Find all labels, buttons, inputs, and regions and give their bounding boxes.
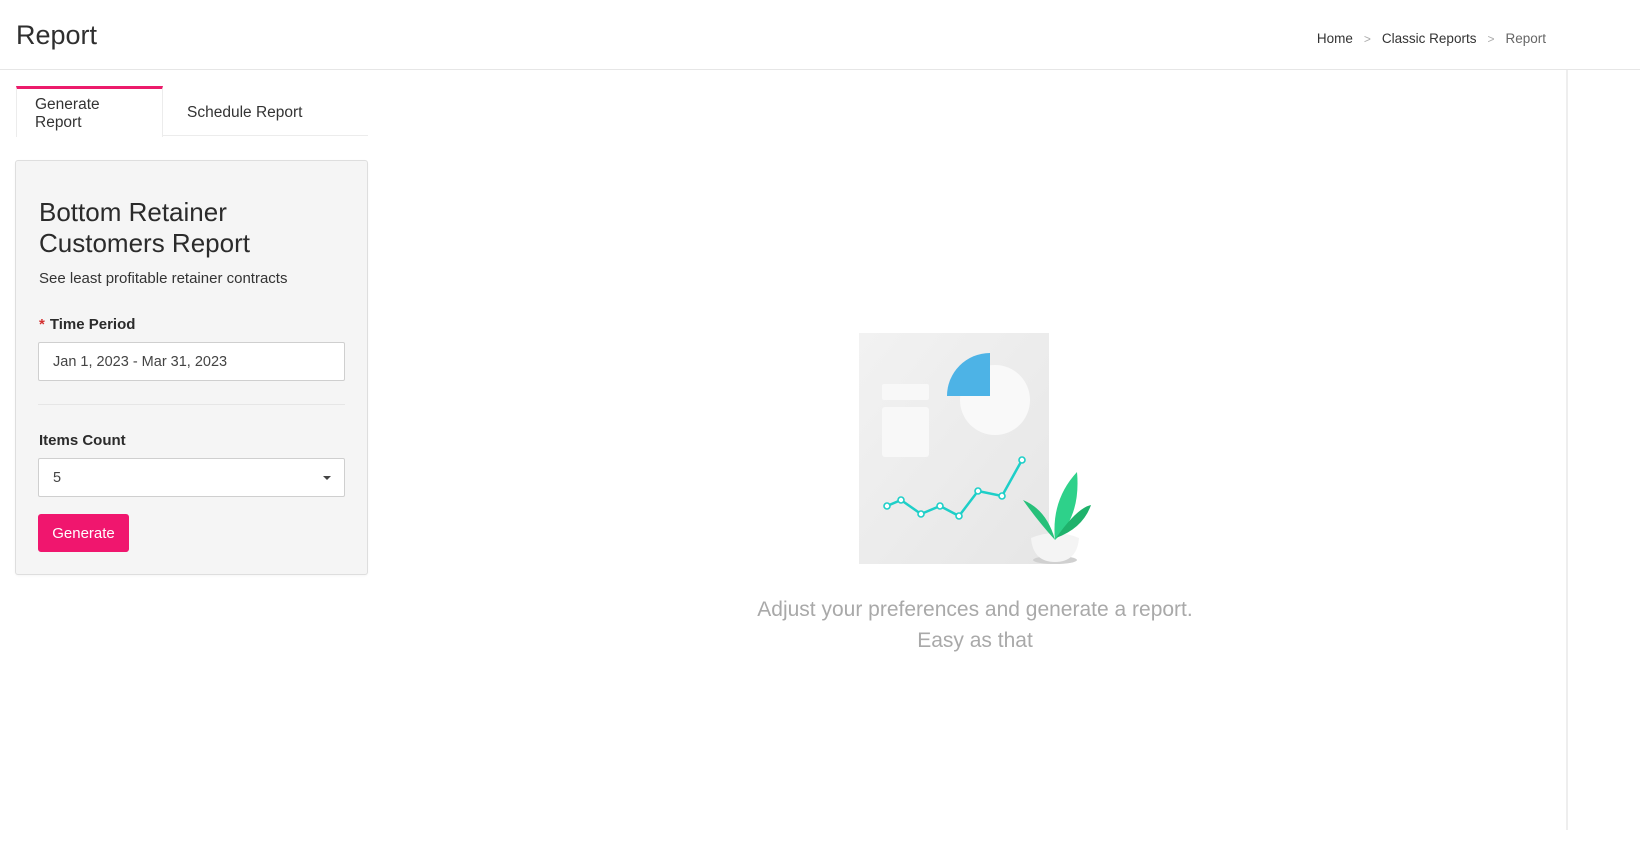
time-period-input[interactable]: Jan 1, 2023 - Mar 31, 2023 <box>38 342 345 381</box>
placeholder-block <box>882 384 929 400</box>
time-period-label: * Time Period <box>39 316 135 333</box>
tab-generate-report[interactable]: Generate Report <box>16 86 163 137</box>
breadcrumb-current: Report <box>1505 31 1546 46</box>
divider <box>38 404 345 405</box>
page-scrollbar[interactable] <box>1566 70 1568 830</box>
required-asterisk: * <box>39 316 45 333</box>
report-illustration-icon <box>859 333 1091 564</box>
items-count-value: 5 <box>53 469 62 486</box>
empty-state-message: Adjust your preferences and generate a r… <box>700 594 1250 656</box>
report-form-card: Bottom Retainer Customers Report See lea… <box>15 160 368 575</box>
tab-schedule-report[interactable]: Schedule Report <box>163 86 320 136</box>
time-period-label-text: Time Period <box>49 316 136 333</box>
items-count-label: Items Count <box>39 432 126 449</box>
placeholder-block <box>882 407 929 457</box>
report-description: See least profitable retainer contracts <box>39 270 288 287</box>
empty-state-line-2: Easy as that <box>917 629 1033 652</box>
breadcrumb-home[interactable]: Home <box>1317 31 1353 46</box>
page-header: Report Home > Classic Reports > Report <box>0 0 1640 70</box>
breadcrumb: Home > Classic Reports > Report <box>1317 31 1546 46</box>
report-title: Bottom Retainer Customers Report <box>39 197 250 258</box>
items-count-select[interactable]: 5 <box>38 458 345 497</box>
breadcrumb-separator: > <box>1487 31 1495 46</box>
breadcrumb-classic-reports[interactable]: Classic Reports <box>1382 31 1477 46</box>
chevron-down-icon <box>323 476 331 480</box>
report-tabs: Generate Report Schedule Report <box>16 86 368 137</box>
page-title: Report <box>16 20 98 50</box>
breadcrumb-separator: > <box>1363 31 1371 46</box>
empty-state-line-1: Adjust your preferences and generate a r… <box>757 598 1193 621</box>
generate-button[interactable]: Generate <box>38 514 129 552</box>
